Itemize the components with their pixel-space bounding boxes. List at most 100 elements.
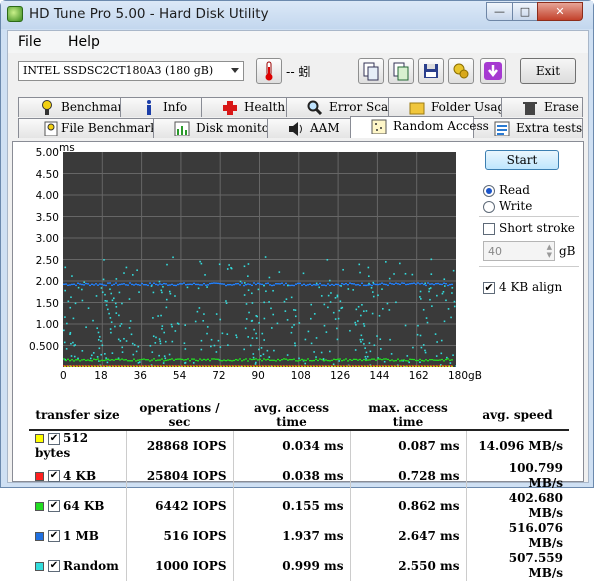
data-point-random xyxy=(116,278,118,280)
data-point-random xyxy=(225,300,227,302)
data-point-1mb xyxy=(397,283,399,284)
tab-aam[interactable]: AAM xyxy=(267,118,351,138)
series-checkbox[interactable]: ✔ xyxy=(48,500,60,512)
tab-erase[interactable]: Erase xyxy=(501,97,583,117)
data-point-512b xyxy=(64,366,66,367)
data-point-random xyxy=(335,297,337,299)
data-point-64kb xyxy=(347,360,349,361)
series-checkbox[interactable]: ✔ xyxy=(48,470,60,482)
data-point-random xyxy=(377,294,379,296)
data-point-1mb xyxy=(103,284,105,285)
x-tick-label: 72 xyxy=(212,370,225,382)
data-point-64kb xyxy=(389,360,391,361)
data-point-1mb xyxy=(243,285,245,286)
data-point-random xyxy=(136,269,138,271)
data-point-random xyxy=(100,340,102,342)
data-point-1mb xyxy=(75,285,77,286)
data-point-64kb xyxy=(209,360,211,361)
data-point-512b xyxy=(343,366,345,367)
spin-arrows-icon[interactable]: ▲▼ xyxy=(547,243,552,259)
data-point-64kb xyxy=(373,358,375,359)
data-point-1mb xyxy=(113,284,115,285)
data-point-1mb xyxy=(359,285,361,286)
data-point-1mb xyxy=(179,283,181,284)
data-point-1mb xyxy=(373,283,375,284)
data-point-64kb xyxy=(325,359,327,360)
data-point-1mb xyxy=(265,283,267,284)
data-point-random xyxy=(202,320,204,322)
exit-button[interactable]: Exit xyxy=(520,58,576,84)
data-point-random xyxy=(68,300,70,302)
minimize-button[interactable]: — xyxy=(486,2,513,21)
data-point-1mb xyxy=(175,285,177,286)
data-point-random xyxy=(119,292,121,294)
data-point-random xyxy=(294,345,296,347)
data-point-random xyxy=(444,285,446,287)
data-point-64kb xyxy=(95,359,97,360)
data-point-random xyxy=(163,362,165,364)
data-point-random xyxy=(172,341,174,343)
tab-benchmark[interactable]: Benchmark xyxy=(18,97,121,117)
data-point-1mb xyxy=(301,284,303,285)
data-point-64kb xyxy=(217,359,219,360)
data-point-1mb xyxy=(195,284,197,285)
col-avg-access: avg. access time xyxy=(233,401,350,430)
data-point-random xyxy=(105,357,107,359)
save-button[interactable] xyxy=(418,58,444,84)
thermometer-button[interactable] xyxy=(256,58,282,84)
data-point-64kb xyxy=(199,358,201,359)
data-point-512b xyxy=(85,366,87,367)
data-point-random xyxy=(116,312,118,314)
menu-help[interactable]: Help xyxy=(68,34,100,50)
data-point-1mb xyxy=(259,283,261,284)
short-stroke-spinbox[interactable]: 40 ▲▼ xyxy=(483,241,555,261)
options-button[interactable] xyxy=(448,58,474,84)
short-stroke-checkbox[interactable] xyxy=(483,223,495,235)
data-point-512b xyxy=(304,366,306,367)
tab-disk-monitor[interactable]: Disk monitor xyxy=(153,118,268,138)
data-point-random xyxy=(330,292,332,294)
drive-select[interactable]: INTEL SSDSC2CT180A3 (180 gB) xyxy=(18,61,244,81)
data-point-random xyxy=(81,289,83,291)
menu-file[interactable]: File xyxy=(18,34,41,50)
title-bar[interactable]: HD Tune Pro 5.00 - Hard Disk Utility — □… xyxy=(1,1,593,29)
data-point-64kb xyxy=(255,358,257,359)
tab-extra-tests[interactable]: Extra tests xyxy=(473,118,583,138)
data-point-1mb xyxy=(131,284,133,285)
download-button[interactable] xyxy=(480,58,506,84)
series-checkbox[interactable]: ✔ xyxy=(48,433,60,445)
tab-folder-usage[interactable]: Folder Usage xyxy=(388,97,502,117)
align-checkbox[interactable]: ✔ xyxy=(483,282,495,294)
data-point-1mb xyxy=(441,284,443,285)
data-point-random xyxy=(159,338,161,340)
copy-button[interactable] xyxy=(358,58,384,84)
tab-file-benchmark[interactable]: File Benchmark xyxy=(18,118,154,138)
data-point-random xyxy=(195,321,197,323)
data-point-1mb xyxy=(449,284,451,285)
data-point-random xyxy=(279,271,281,273)
series-checkbox[interactable]: ✔ xyxy=(48,530,60,542)
maximize-button[interactable]: □ xyxy=(512,2,538,21)
write-radio[interactable] xyxy=(483,201,495,213)
tab-error-scan[interactable]: Error Scan xyxy=(286,97,389,117)
copy-info-button[interactable] xyxy=(388,58,414,84)
start-button[interactable]: Start xyxy=(485,150,559,170)
data-point-random xyxy=(365,358,367,360)
close-button[interactable]: ✕ xyxy=(537,2,583,21)
data-point-random xyxy=(99,348,101,350)
data-point-64kb xyxy=(289,359,291,360)
tab-info[interactable]: Info xyxy=(120,97,202,117)
series-checkbox[interactable]: ✔ xyxy=(48,560,60,572)
avg-cell: 1.937 ms xyxy=(233,521,350,551)
tab-health[interactable]: Health xyxy=(201,97,287,117)
data-point-random xyxy=(210,346,212,348)
data-point-random xyxy=(107,362,109,364)
read-radio[interactable] xyxy=(483,185,495,197)
data-point-random xyxy=(211,339,213,341)
data-point-512b xyxy=(100,366,102,367)
data-point-random xyxy=(74,356,76,358)
tab-random-access[interactable]: Random Access xyxy=(350,116,474,138)
data-point-64kb xyxy=(131,360,133,361)
data-point-random xyxy=(356,309,358,311)
speaker-icon xyxy=(288,121,304,136)
